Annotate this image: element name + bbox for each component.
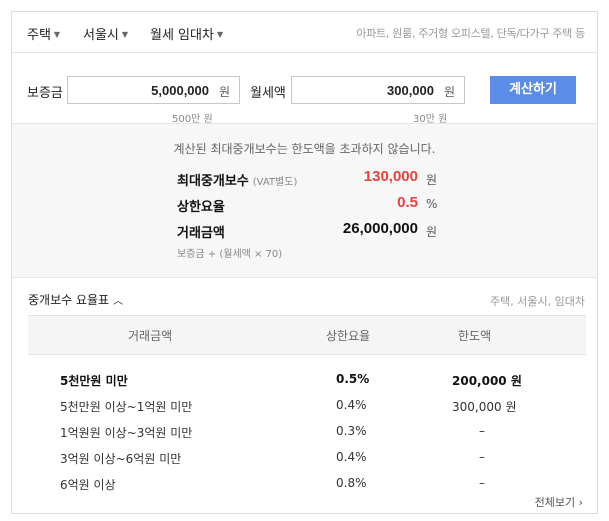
row-amount: 6억원 이상 — [60, 478, 116, 492]
deposit-value: 5,000,000 — [151, 83, 209, 98]
rate-unit: % — [426, 197, 438, 211]
max-fee-unit: 원 — [426, 173, 438, 187]
region-dropdown[interactable]: 서울시 ▼ — [83, 24, 128, 43]
header-amount: 거래금액 — [128, 329, 173, 343]
view-all-link[interactable]: 전체보기 › — [535, 494, 583, 510]
transaction-type-dropdown[interactable]: 월세 임대차 ▼ — [150, 24, 223, 43]
fee-table-context: 주택, 서울시, 임대차 — [490, 295, 585, 308]
region-label: 서울시 — [83, 28, 119, 43]
fee-rate-table-section: 중개보수 요율표 ︿ 주택, 서울시, 임대차 거래금액 상한요율 한도액 5천만… — [12, 277, 597, 513]
amount-formula: 보증금 + (월세액 × 70) — [177, 249, 283, 260]
row-amount: 5천만원 이상~1억원 미만 — [60, 400, 193, 414]
rent-label: 월세액 — [250, 86, 286, 101]
result-note: 계산된 최대중개보수는 한도액을 초과하지 않습니다. — [173, 142, 436, 156]
transaction-type-label: 월세 임대차 — [150, 28, 214, 43]
deposit-unit: 원 — [218, 85, 230, 99]
chevron-down-icon: ▼ — [53, 30, 61, 39]
chevron-right-icon: › — [575, 496, 583, 509]
chevron-down-icon: ▼ — [216, 30, 224, 39]
property-type-dropdown[interactable]: 주택 ▼ — [27, 24, 60, 43]
row-limit: 300,000 원 — [452, 400, 517, 414]
rate-label: 상한요율 — [177, 200, 225, 215]
table-row: 5천만원 미만 0.5% 200,000 원 — [28, 368, 586, 394]
fee-table-toggle[interactable]: 중개보수 요율표 ︿ — [28, 291, 123, 308]
header-limit: 한도액 — [458, 329, 492, 343]
amount-value: 26,000,000 — [342, 220, 418, 237]
rate-value: 0.5 — [397, 194, 418, 211]
calculate-button[interactable]: 계산하기 — [490, 76, 576, 104]
rent-input[interactable]: 300,000 원 — [291, 76, 465, 104]
chevron-up-icon: ︿ — [113, 296, 124, 307]
row-amount: 3억원 이상~6억원 미만 — [60, 452, 182, 466]
table-header: 거래금액 상한요율 한도액 — [28, 315, 586, 355]
row-limit: – — [479, 424, 485, 438]
fee-calculator-card: 주택 ▼ 서울시 ▼ 월세 임대차 ▼ 아파트, 원룸, 주거형 오피스텔, 단독/다… — [11, 11, 598, 514]
header-rate: 상한요율 — [326, 329, 371, 343]
row-rate: 0.3% — [336, 424, 367, 438]
row-amount: 1억원원 이상~3억원 미만 — [60, 426, 193, 440]
property-types-description: 아파트, 원룸, 주거형 오피스텔, 단독/다가구 주택 등 — [356, 27, 585, 40]
deposit-input[interactable]: 5,000,000 원 — [67, 76, 240, 104]
table-row: 5천만원 이상~1억원 미만 0.4% 300,000 원 — [28, 394, 586, 420]
row-rate: 0.4% — [336, 398, 367, 412]
row-rate: 0.8% — [336, 476, 367, 490]
row-rate: 0.4% — [336, 450, 367, 464]
calculator-inputs: 보증금 5,000,000 원 500만 원 월세액 300,000 원 30만… — [12, 53, 597, 125]
rent-unit: 원 — [443, 85, 455, 99]
table-row: 3억원 이상~6억원 미만 0.4% – — [28, 446, 586, 472]
result-panel: 계산된 최대중개보수는 한도액을 초과하지 않습니다. 최대중개보수 (VAT별도… — [12, 123, 597, 278]
row-amount: 5천만원 미만 — [60, 374, 128, 388]
row-limit: 200,000 원 — [452, 374, 522, 388]
property-type-label: 주택 — [27, 28, 51, 43]
filter-bar: 주택 ▼ 서울시 ▼ 월세 임대차 ▼ 아파트, 원룸, 주거형 오피스텔, 단독/다… — [12, 12, 597, 53]
row-rate: 0.5% — [336, 372, 370, 386]
vat-note: (VAT별도) — [252, 177, 298, 188]
amount-label: 거래금액 — [177, 226, 225, 241]
rent-value: 300,000 — [387, 83, 434, 98]
max-fee-label: 최대중개보수 (VAT별도) — [177, 174, 298, 189]
row-limit: – — [479, 450, 485, 464]
fee-table-title: 중개보수 요율표 — [28, 293, 110, 307]
table-row: 1억원원 이상~3억원 미만 0.3% – — [28, 420, 586, 446]
row-limit: – — [479, 476, 485, 490]
chevron-down-icon: ▼ — [121, 30, 129, 39]
max-fee-value: 130,000 — [363, 168, 418, 185]
amount-unit: 원 — [426, 225, 438, 239]
table-row: 6억원 이상 0.8% – — [28, 472, 586, 498]
deposit-label: 보증금 — [27, 86, 63, 101]
